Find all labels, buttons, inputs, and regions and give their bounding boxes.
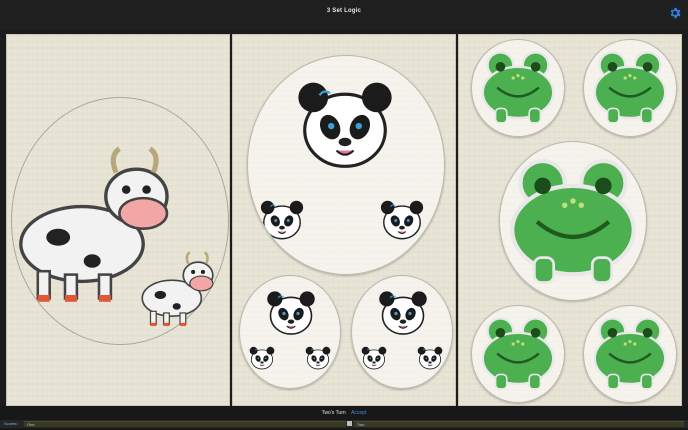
frog-bubble-large xyxy=(499,141,647,301)
frog-icon xyxy=(590,312,670,392)
accept-button[interactable]: Accept xyxy=(351,410,366,416)
bottom-bar: Two's Turn Accept Scores: One Two xyxy=(0,406,688,430)
card-frog[interactable] xyxy=(458,34,682,406)
panda-bubble-large xyxy=(247,55,445,275)
card-cow[interactable] xyxy=(6,34,230,406)
panda-icon-small xyxy=(258,196,306,244)
panda-icon-small xyxy=(248,344,276,372)
top-bar: 3 Set Logic xyxy=(0,0,688,30)
frog-icon xyxy=(478,312,558,392)
frog-bubble-small xyxy=(583,39,677,137)
panda-icon-small xyxy=(378,196,426,244)
frog-bubble-small xyxy=(471,39,565,137)
frog-bubble-small xyxy=(583,305,677,403)
panda-bubble-medium xyxy=(239,275,341,389)
card-panda[interactable] xyxy=(232,34,456,406)
page-title: 3 Set Logic xyxy=(326,8,362,14)
cow-icon-small xyxy=(139,249,221,331)
scores-label: Scores: xyxy=(4,421,18,426)
panda-bubble-medium xyxy=(351,275,453,389)
score-line: Scores: One Two xyxy=(0,420,688,428)
player-two-label: Two xyxy=(357,422,365,427)
panda-icon-small xyxy=(304,344,332,372)
frog-icon xyxy=(504,150,642,288)
game-board xyxy=(6,34,682,406)
frog-bubble-small xyxy=(471,305,565,403)
panda-icon-small xyxy=(416,344,444,372)
panda-icon xyxy=(292,72,398,178)
frog-icon xyxy=(590,46,670,126)
score-player-two: Two xyxy=(354,421,684,427)
score-player-one: One xyxy=(24,421,346,427)
frog-icon xyxy=(478,46,558,126)
turn-indicator: Two's Turn Accept xyxy=(0,410,688,416)
turn-text: Two's Turn xyxy=(321,410,346,416)
score-separator xyxy=(347,421,352,426)
panda-icon xyxy=(376,286,430,340)
gear-icon[interactable] xyxy=(668,6,682,20)
panda-icon xyxy=(264,286,318,340)
panda-icon-small xyxy=(360,344,388,372)
player-one-label: One xyxy=(27,422,35,427)
